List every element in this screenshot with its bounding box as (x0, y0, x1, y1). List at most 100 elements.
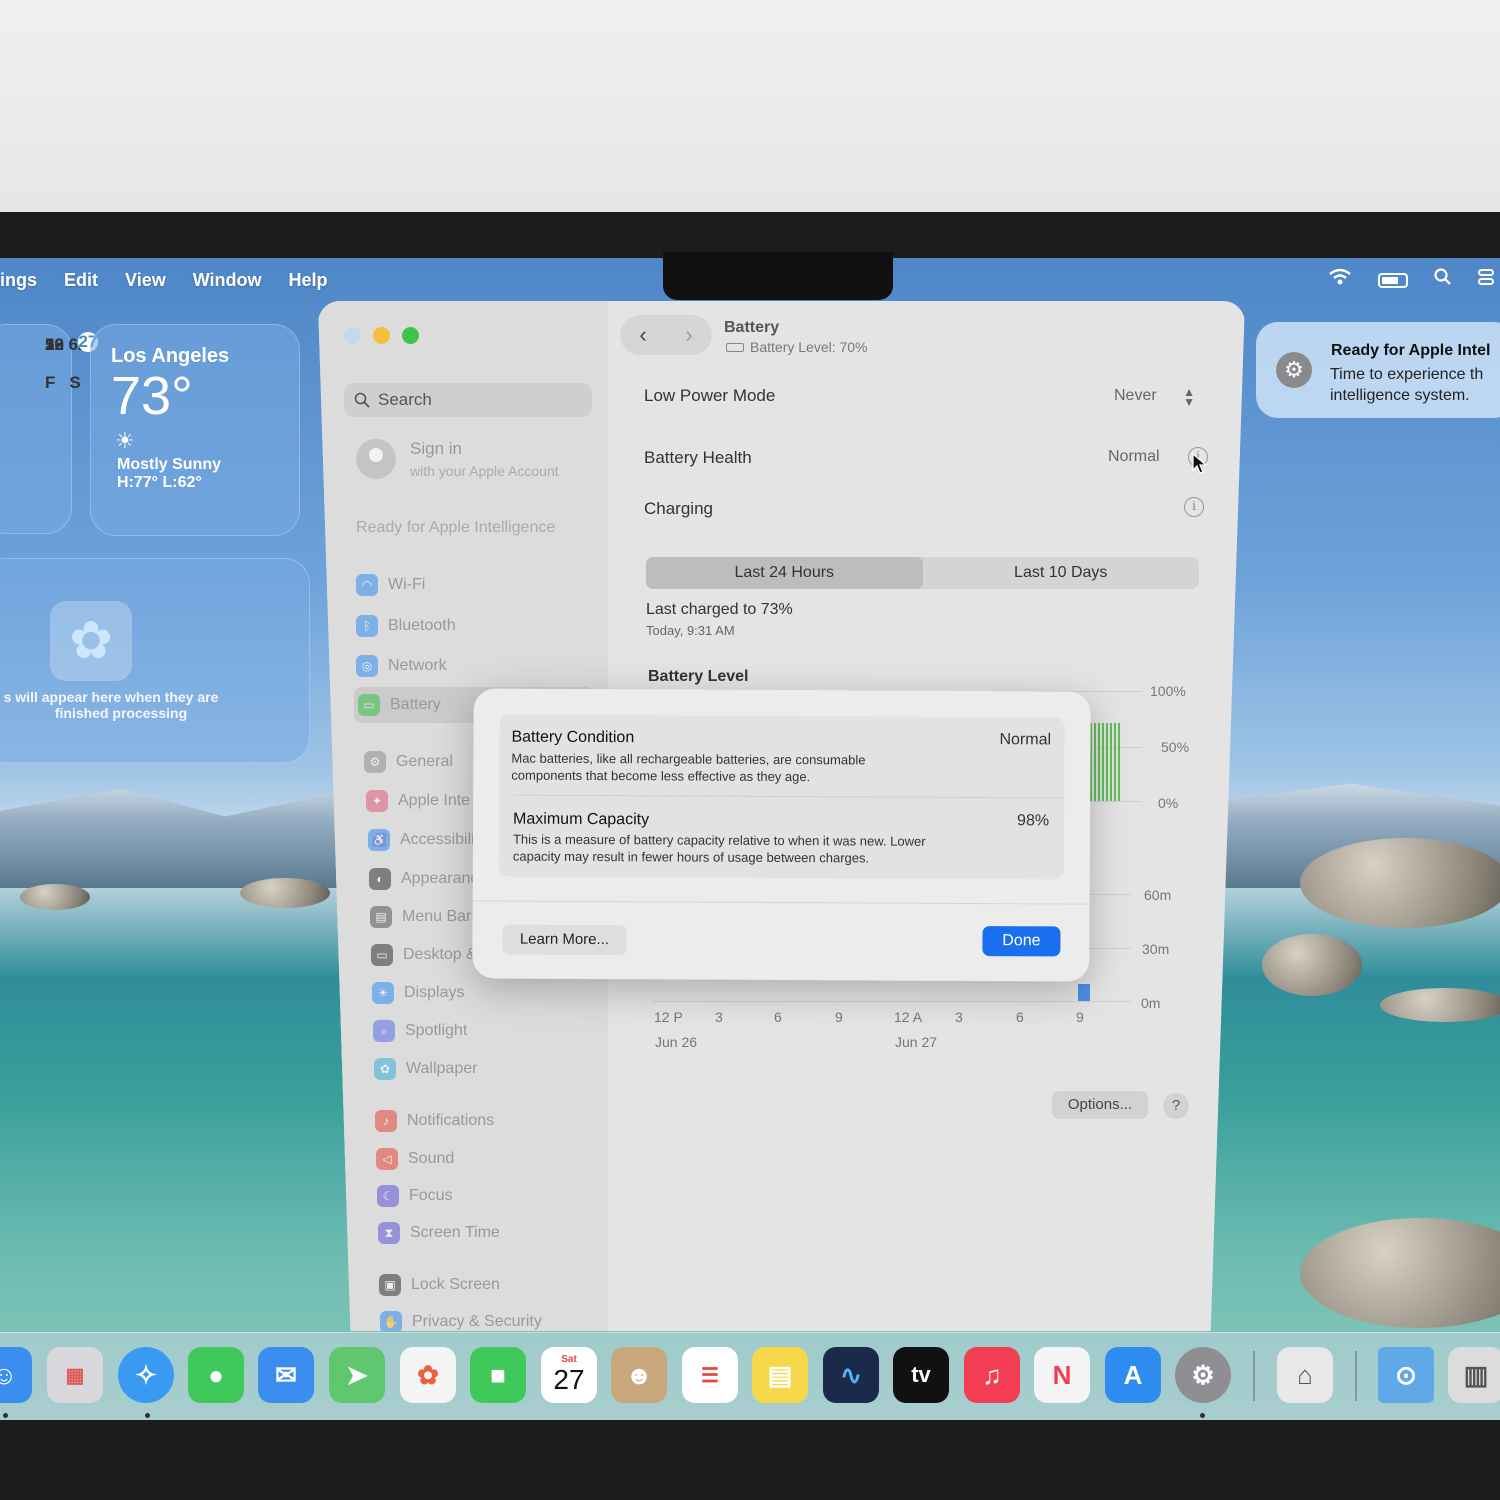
usage-axis-label: 0m (1141, 995, 1161, 1011)
charging-info-icon[interactable]: i (1184, 497, 1204, 517)
description-line: This is a measure of battery capacity re… (512, 831, 926, 849)
photos-icon[interactable]: ✿ (400, 1347, 456, 1403)
finder-icon[interactable]: ☺ (0, 1347, 32, 1403)
sidebar-item-displays[interactable]: ☀ Displays (372, 982, 464, 1004)
freeform-icon[interactable]: ∿ (823, 1347, 879, 1403)
preview-icon[interactable]: ⌂ (1277, 1347, 1333, 1403)
sidebar-item-appearance[interactable]: ◐ Appearanc (369, 868, 478, 890)
contacts-icon[interactable]: ☻ (611, 1347, 667, 1403)
x-axis-tick: 6 (1016, 1009, 1024, 1025)
sidebar-item-bluetooth[interactable]: ᛒ Bluetooth (356, 615, 456, 637)
maps-icon[interactable]: ➤ (329, 1347, 385, 1403)
sidebar-item-label: Displays (404, 984, 465, 1001)
sidebar-item-label: Privacy & Security (412, 1313, 542, 1330)
battery-icon (726, 342, 744, 352)
music-icon[interactable]: ♫ (964, 1347, 1020, 1403)
globe-icon: ◎ (356, 655, 378, 677)
zoom-button[interactable] (402, 327, 419, 344)
battery-icon[interactable] (1378, 272, 1408, 288)
sidebar-search[interactable]: Search (344, 383, 592, 417)
app-store-icon[interactable]: A (1105, 1347, 1161, 1403)
weather-widget[interactable]: Los Angeles 73° ☀ Mostly Sunny H:77° L:6… (90, 324, 300, 536)
sidebar-item-menu-bar[interactable]: ▤ Menu Bar (370, 906, 471, 928)
mail-icon[interactable]: ✉ (258, 1347, 314, 1403)
sign-in-title: Sign in (410, 439, 462, 458)
photos-widget[interactable]: ✿ s will appear here when they are finis… (0, 558, 310, 763)
sidebar-item-privacy-security[interactable]: ✋ Privacy & Security (380, 1311, 542, 1331)
desktop-screen: ings Edit View Window Help FS 56 1213 19… (0, 258, 1500, 1420)
menu-window[interactable]: Window (193, 270, 262, 291)
learn-more-button[interactable]: Learn More... (502, 924, 627, 956)
photos-flower-icon: ✿ (50, 601, 132, 681)
sidebar-item-desktop-dock[interactable]: ▭ Desktop & (371, 944, 477, 966)
wifi-icon[interactable] (1328, 268, 1352, 292)
sidebar-item-spotlight[interactable]: ⌕ Spotlight (373, 1020, 467, 1042)
options-button[interactable]: Options... (1052, 1091, 1148, 1119)
tab-last-24-hours[interactable]: Last 24 Hours (646, 557, 923, 589)
facetime-icon[interactable]: ■ (470, 1347, 526, 1403)
menu-view[interactable]: View (125, 270, 166, 291)
calendar-widget[interactable]: FS 56 1213 1920 2627 (0, 324, 98, 534)
menu-app-name[interactable]: ings (0, 270, 37, 291)
done-button[interactable]: Done (982, 926, 1061, 957)
help-button[interactable]: ? (1163, 1093, 1189, 1119)
tv-icon[interactable]: tv (893, 1347, 949, 1403)
gear-icon: ⚙ (364, 751, 386, 773)
sidebar-item-apple-intelligence-ready[interactable]: Ready for Apple Intelligence (356, 519, 555, 537)
minimize-button[interactable] (373, 327, 390, 344)
sign-in-subtitle: with your Apple Account (410, 463, 559, 479)
menu-edit[interactable]: Edit (64, 270, 98, 291)
battery-condition-description: Mac batteries, like all rechargeable bat… (511, 750, 865, 786)
launchpad-icon[interactable]: ▦ (47, 1347, 103, 1403)
reminders-icon[interactable]: ☰ (682, 1347, 738, 1403)
control-center-icon[interactable] (1478, 268, 1494, 292)
calendar-icon[interactable]: Sat 27 (541, 1347, 597, 1403)
sidebar-item-sound[interactable]: ◁ Sound (376, 1148, 454, 1170)
battery-health-value: Normal (1108, 448, 1160, 465)
sidebar-item-notifications[interactable]: ♪ Notifications (375, 1110, 494, 1132)
sidebar-item-label: Battery (390, 696, 441, 713)
back-chevron-icon[interactable]: ‹ (639, 322, 646, 348)
safari-icon[interactable]: ✧ (118, 1347, 174, 1403)
sidebar-item-apple-intelligence[interactable]: ✦ Apple Inte (366, 790, 470, 812)
search-icon[interactable] (1434, 268, 1452, 292)
sidebar-item-network[interactable]: ◎ Network (356, 655, 447, 677)
running-indicator (145, 1413, 150, 1418)
sidebar-item-label: Spotlight (405, 1022, 468, 1039)
messages-icon[interactable]: ● (188, 1347, 244, 1403)
tab-last-10-days[interactable]: Last 10 Days (923, 557, 1200, 589)
x-axis-tick: 6 (774, 1009, 782, 1025)
sidebar-item-accessibility[interactable]: ♿ Accessibili (368, 829, 475, 851)
speaker-icon: ◁ (376, 1148, 398, 1170)
x-axis-date: Jun 27 (895, 1034, 938, 1050)
notification-banner[interactable]: ⚙ Ready for Apple Intel Time to experien… (1256, 322, 1500, 418)
sign-in-row[interactable]: Sign in with your Apple Account (356, 439, 559, 479)
sidebar-item-focus[interactable]: ☾ Focus (377, 1185, 453, 1207)
trash-icon[interactable]: ▥ (1448, 1347, 1500, 1403)
photos-message-line: finished processing (54, 705, 188, 721)
low-power-mode-select[interactable]: Never (1114, 387, 1157, 405)
menu-help[interactable]: Help (289, 270, 328, 291)
news-icon[interactable]: N (1034, 1347, 1090, 1403)
notes-icon[interactable]: ▤ (752, 1347, 808, 1403)
running-indicator (1200, 1413, 1205, 1418)
bell-icon: ♪ (375, 1110, 397, 1132)
sidebar-item-general[interactable]: ⚙ General (364, 751, 453, 773)
hourglass-icon: ⧗ (378, 1222, 400, 1244)
sidebar-item-wallpaper[interactable]: ✿ Wallpaper (374, 1058, 477, 1080)
low-power-mode-label: Low Power Mode (644, 386, 776, 405)
sidebar-item-screen-time[interactable]: ⧗ Screen Time (378, 1222, 500, 1244)
downloads-folder-icon[interactable]: ⊙ (1378, 1347, 1434, 1403)
system-settings-icon[interactable]: ⚙ (1175, 1347, 1231, 1403)
stepper-arrows-icon[interactable]: ▲ ▼ (1183, 386, 1195, 408)
forward-chevron-icon[interactable]: › (685, 322, 692, 348)
sidebar-item-lock-screen[interactable]: ▣ Lock Screen (379, 1274, 500, 1296)
x-axis-tick: 3 (955, 1009, 963, 1025)
sidebar-item-wifi[interactable]: ◠ Wi‑Fi (356, 574, 425, 596)
level-axis-label: 50% (1161, 739, 1190, 755)
appearance-icon: ◐ (369, 868, 391, 890)
description-line: capacity may result in fewer hours of us… (512, 848, 870, 866)
divider (513, 794, 1064, 799)
close-button[interactable] (344, 327, 361, 344)
x-axis-tick: 12 A (894, 1009, 923, 1025)
